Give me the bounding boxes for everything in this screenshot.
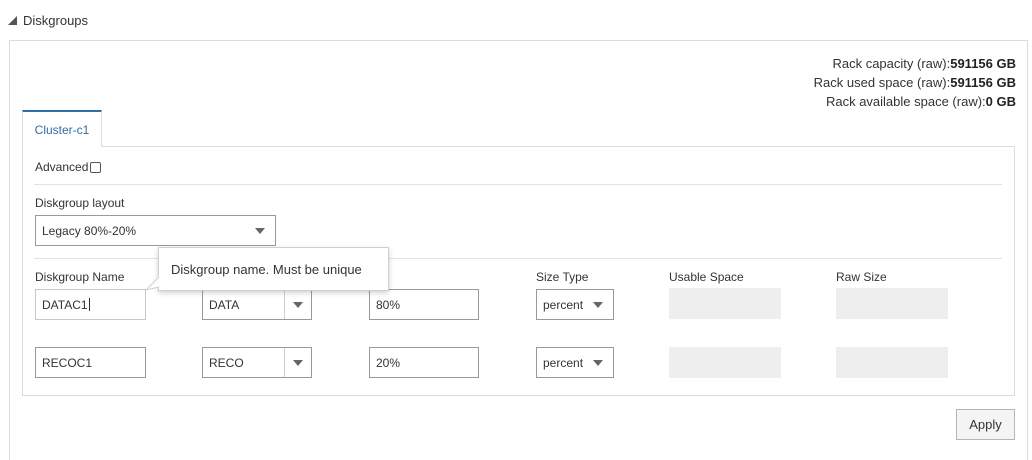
usable-space-field (669, 288, 781, 319)
chevron-down-icon (255, 227, 265, 234)
rack-capacity: Rack capacity (raw):591156 GB (832, 56, 1016, 71)
chevron-down-icon (293, 301, 303, 308)
column-header-size-type: Size Type (536, 270, 589, 284)
size-type-select[interactable]: percent (536, 289, 614, 320)
section-header[interactable]: Diskgroups (8, 11, 88, 29)
diskgroup-size-value: 80% (376, 297, 401, 312)
rack-capacity-label: Rack capacity (raw): (832, 56, 951, 71)
apply-button[interactable]: Apply (956, 409, 1015, 440)
diskgroup-type-value: RECO (209, 355, 244, 370)
chevron-down-icon (593, 359, 603, 366)
size-type-value: percent (543, 297, 584, 312)
rack-used-label: Rack used space (raw): (813, 75, 951, 90)
tooltip-pointer (146, 276, 160, 290)
diskgroup-type-select[interactable]: DATA (202, 289, 312, 320)
divider (34, 184, 1002, 185)
column-header-raw-size: Raw Size (836, 270, 887, 284)
diskgroup-name-value: DATAC1 (42, 297, 88, 312)
size-type-select[interactable]: percent (536, 347, 614, 378)
column-header-name: Diskgroup Name (35, 270, 125, 284)
tooltip: Diskgroup name. Must be unique (158, 247, 389, 291)
diskgroup-size-input[interactable]: 20% (369, 347, 479, 378)
tab-label: Cluster-c1 (34, 122, 90, 137)
diskgroup-type-select[interactable]: RECO (202, 347, 312, 378)
section-title: Diskgroups (23, 12, 89, 28)
dropdown-button[interactable] (284, 290, 311, 319)
layout-select-value: Legacy 80%-20% (42, 223, 137, 238)
rack-available-value: 0 GB (985, 94, 1016, 109)
diskgroup-name-value: RECOC1 (42, 355, 93, 370)
rack-available-label: Rack available space (raw): (825, 94, 986, 109)
diskgroup-size-value: 20% (376, 355, 401, 370)
advanced-checkbox[interactable] (90, 161, 102, 173)
raw-size-field (836, 288, 948, 319)
column-header-usable-space: Usable Space (669, 270, 744, 284)
chevron-down-icon (593, 301, 603, 308)
layout-label: Diskgroup layout (35, 196, 125, 210)
collapse-triangle-icon[interactable] (8, 15, 17, 25)
apply-button-label: Apply (969, 417, 1002, 432)
dropdown-button[interactable] (284, 348, 311, 377)
rack-capacity-value: 591156 GB (950, 56, 1016, 71)
tab-cluster-c1[interactable]: Cluster-c1 (22, 110, 102, 147)
diskgroup-type-value: DATA (209, 297, 240, 312)
chevron-down-icon (293, 359, 303, 366)
diskgroup-name-input[interactable]: DATAC1 (35, 289, 146, 320)
diskgroup-size-input[interactable]: 80% (369, 289, 479, 320)
tooltip-text: Diskgroup name. Must be unique (171, 261, 362, 277)
rack-used-value: 591156 GB (950, 75, 1016, 90)
usable-space-field (669, 347, 781, 378)
advanced-label: Advanced (35, 160, 89, 174)
rack-available: Rack available space (raw):0 GB (826, 94, 1016, 109)
rack-used: Rack used space (raw):591156 GB (814, 75, 1016, 90)
text-cursor (88, 298, 90, 311)
raw-size-field (836, 347, 948, 378)
size-type-value: percent (543, 355, 584, 370)
layout-select[interactable]: Legacy 80%-20% (35, 215, 276, 246)
advanced-row: Advanced (35, 160, 102, 174)
diskgroup-name-input[interactable]: RECOC1 (35, 347, 146, 378)
